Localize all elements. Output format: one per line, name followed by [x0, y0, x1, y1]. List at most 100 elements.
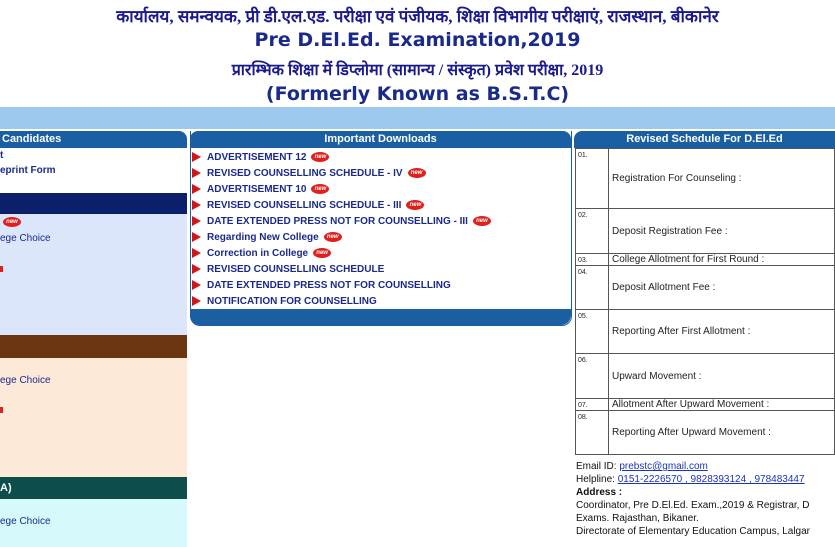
download-link[interactable]: ADVERTISEMENT 12: [207, 152, 306, 163]
row-number: 05.: [575, 309, 609, 354]
red-marker-icon: [0, 266, 3, 272]
row-label: Reporting After Upward Movement :: [608, 410, 835, 455]
download-link[interactable]: ADVERTISEMENT 10: [207, 184, 306, 195]
college-choice-link-1[interactable]: ege Choice: [0, 233, 51, 244]
row-number: 07.: [575, 398, 609, 411]
row-label: Deposit Registration Fee :: [608, 208, 835, 254]
exam-title: Pre D.El.Ed. Examination,2019: [254, 29, 581, 51]
band-brown-body: ege Choice: [0, 358, 187, 477]
hindi-exam-subtitle: प्रारम्भिक शिक्षा में डिप्लोमा (सामान्य …: [231, 62, 604, 79]
table-row: 04. Deposit Allotment Fee :: [575, 265, 835, 310]
candidates-panel: Candidates t eprint Form new ege Choice …: [0, 131, 187, 547]
band-navy-head: [0, 193, 187, 214]
red-arrow-icon: [192, 216, 201, 226]
download-link[interactable]: REVISED COUNSELLING SCHEDULE: [207, 264, 384, 275]
red-arrow-icon: [192, 264, 201, 274]
band-navy-body: new ege Choice: [0, 214, 187, 335]
row-number: 08.: [575, 410, 609, 455]
new-badge-icon: new: [323, 232, 342, 242]
downloads-panel-head: Important Downloads: [190, 131, 571, 148]
download-item[interactable]: REVISED COUNSELLING SCHEDULE - III new: [192, 197, 570, 213]
red-marker-icon: [0, 407, 3, 413]
download-item[interactable]: Correction in College new: [192, 245, 570, 261]
nav-bar: [0, 107, 835, 129]
candidate-link-2[interactable]: eprint Form: [0, 165, 56, 176]
new-badge-icon: new: [313, 248, 332, 258]
download-link[interactable]: REVISED COUNSELLING SCHEDULE - IV: [207, 168, 403, 179]
red-arrow-icon: [192, 232, 201, 242]
helpline-label: Helpline:: [576, 474, 618, 485]
new-badge-icon: new: [311, 152, 330, 162]
download-link[interactable]: DATE EXTENDED PRESS NOT FOR COUNSELLING …: [207, 216, 468, 227]
address-line-2: Exams. Rajasthan, Bikaner.: [576, 513, 699, 524]
band-teal-body: ege Choice: [0, 499, 187, 547]
band-teal-label: A): [0, 482, 12, 494]
schedule-panel-head: Revised Schedule For D.El.Ed: [574, 131, 835, 148]
formerly-known-as: (Formerly Known as B.S.T.C): [265, 83, 570, 105]
download-item[interactable]: DATE EXTENDED PRESS NOT FOR COUNSELLING …: [192, 213, 570, 229]
table-row: 06. Upward Movement :: [575, 353, 835, 399]
address-label: Address :: [576, 487, 623, 498]
red-arrow-icon: [192, 152, 201, 162]
download-item[interactable]: REVISED COUNSELLING SCHEDULE: [192, 261, 570, 277]
row-label: Deposit Allotment Fee :: [608, 265, 835, 310]
table-row: 02. Deposit Registration Fee :: [575, 208, 835, 254]
table-row: 03. College Allotment for First Round :: [575, 253, 835, 266]
red-arrow-icon: [192, 184, 201, 194]
download-link[interactable]: REVISED COUNSELLING SCHEDULE - III: [207, 200, 401, 211]
row-label: Upward Movement :: [608, 353, 835, 399]
helpline-line: Helpline: 0151-2226570 , 9828393124 , 97…: [576, 473, 835, 486]
new-badge-icon: new: [406, 200, 425, 210]
download-link[interactable]: DATE EXTENDED PRESS NOT FOR COUNSELLING: [207, 280, 451, 291]
row-label: Registration For Counseling :: [608, 148, 835, 209]
red-arrow-icon: [192, 168, 201, 178]
download-item[interactable]: DATE EXTENDED PRESS NOT FOR COUNSELLING: [192, 277, 570, 293]
schedule-table: 01. Registration For Counseling : 02. Depo…: [575, 148, 835, 455]
band-brown-head: [0, 335, 187, 358]
new-badge-icon: new: [311, 184, 330, 194]
downloads-list: ADVERTISEMENT 12 new REVISED COUNSELLING S…: [192, 149, 570, 309]
candidates-links: t eprint Form: [0, 148, 187, 193]
page-header: कार्यालय, समन्वयक, प्री डी.एल.एड. परीक्ष…: [0, 0, 835, 107]
email-label: Email ID:: [576, 461, 620, 472]
row-number: 03.: [575, 253, 609, 266]
download-item[interactable]: ADVERTISEMENT 12 new: [192, 149, 570, 165]
new-badge-icon: new: [407, 168, 426, 178]
email-line: Email ID: prebstc@gmail.com: [576, 460, 835, 473]
new-badge-icon: new: [472, 216, 491, 226]
college-choice-link-3[interactable]: ege Choice: [0, 516, 51, 527]
row-number: 04.: [575, 265, 609, 310]
download-link[interactable]: Correction in College: [207, 248, 308, 259]
row-number: 06.: [575, 353, 609, 399]
helpline-link[interactable]: 0151-2226570 , 9828393124 , 978483447: [618, 474, 805, 485]
red-arrow-icon: [192, 296, 201, 306]
address-line-1: Coordinator, Pre D.El.Ed. Exam.,2019 & R…: [576, 500, 810, 511]
downloads-panel-footer: [190, 309, 571, 325]
candidate-link-1[interactable]: t: [0, 150, 3, 161]
row-label: Reporting After First Allotment :: [608, 309, 835, 354]
download-item[interactable]: ADVERTISEMENT 10 new: [192, 181, 570, 197]
download-link[interactable]: NOTIFICATION FOR COUNSELLING: [207, 296, 377, 307]
download-item[interactable]: NOTIFICATION FOR COUNSELLING: [192, 293, 570, 309]
red-arrow-icon: [192, 200, 201, 210]
row-number: 02.: [575, 208, 609, 254]
contact-info: Email ID: prebstc@gmail.com Helpline: 01…: [576, 460, 835, 538]
table-row: 01. Registration For Counseling :: [575, 148, 835, 209]
college-choice-link-2[interactable]: ege Choice: [0, 375, 51, 386]
table-row: 08. Reporting After Upward Movement :: [575, 410, 835, 455]
download-link[interactable]: Regarding New College: [207, 232, 319, 243]
row-label: College Allotment for First Round :: [608, 253, 835, 266]
candidates-head-label: Candidates: [2, 133, 62, 145]
band-teal-head: A): [0, 477, 187, 499]
hindi-office-title: कार्यालय, समन्वयक, प्री डी.एल.एड. परीक्ष…: [116, 7, 719, 26]
table-row: 07. Allotment After Upward Movement :: [575, 398, 835, 411]
download-item[interactable]: Regarding New College new: [192, 229, 570, 245]
red-arrow-icon: [192, 248, 201, 258]
download-item[interactable]: REVISED COUNSELLING SCHEDULE - IV new: [192, 165, 570, 181]
candidates-panel-head: Candidates: [0, 131, 187, 148]
row-number: 01.: [575, 148, 609, 209]
table-row: 05. Reporting After First Allotment :: [575, 309, 835, 354]
new-badge-icon: new: [3, 217, 21, 227]
email-link[interactable]: prebstc@gmail.com: [619, 461, 708, 472]
row-label: Allotment After Upward Movement :: [608, 398, 835, 411]
